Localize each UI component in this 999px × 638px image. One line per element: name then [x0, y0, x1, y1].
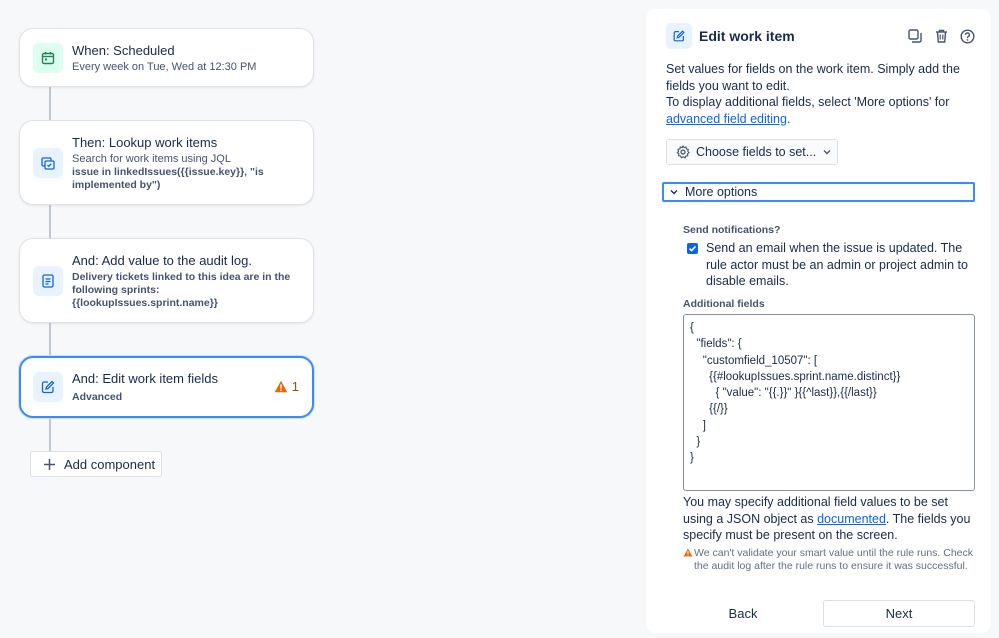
audit-log-title: And: Add value to the audit log. [72, 253, 252, 268]
edit-icon [33, 372, 63, 402]
trigger-title: When: Scheduled [72, 43, 175, 58]
lookup-subtitle: Search for work items using JQL [72, 153, 231, 165]
validation-warning: We can't validate your smart value until… [683, 547, 978, 573]
trigger-subtitle: Every week on Tue, Wed at 12:30 PM [72, 61, 257, 73]
calendar-icon [33, 43, 63, 73]
duplicate-icon[interactable] [907, 26, 923, 46]
more-options-label: More options [685, 185, 758, 199]
choose-fields-label: Choose fields to set... [696, 145, 817, 159]
audit-log-message: Delivery tickets linked to this idea are… [72, 271, 291, 309]
validation-warning-text: We can't validate your smart value until… [694, 547, 974, 572]
checkmark-icon [688, 245, 697, 252]
warning-icon [274, 380, 288, 393]
send-notifications-checkbox[interactable] [687, 243, 698, 254]
edit-fields-card[interactable]: And: Edit work item fields Advanced 1 [19, 356, 314, 418]
warning-badge: 1 [274, 379, 299, 394]
additional-fields-help: You may specify additional field values … [683, 495, 971, 542]
lookup-card[interactable]: Then: Lookup work items Search for work … [19, 120, 314, 205]
send-notifications-text: Send an email when the issue is updated.… [706, 241, 968, 288]
warning-count: 1 [291, 379, 299, 394]
next-button[interactable]: Next [823, 600, 975, 627]
connector-line [49, 204, 51, 239]
rule-canvas: When: Scheduled Every week on Tue, Wed a… [0, 0, 640, 638]
chevron-down-icon [823, 150, 831, 155]
help-icon[interactable] [959, 26, 975, 46]
panel-title: Edit work item [699, 28, 795, 44]
lookup-icon [33, 148, 63, 178]
documented-link[interactable]: documented [817, 512, 886, 526]
panel-intro: Set values for fields on the work item. … [666, 61, 976, 127]
additional-fields-editor[interactable]: { "fields": { "customfield_10507": [ {{#… [683, 314, 975, 491]
back-button[interactable]: Back [670, 600, 816, 627]
intro-text: Set values for fields on the work item. … [666, 62, 960, 93]
plus-icon [44, 458, 55, 470]
chevron-down-icon [670, 190, 678, 195]
choose-fields-button[interactable]: Choose fields to set... [666, 139, 838, 165]
edit-icon [666, 23, 692, 49]
edit-fields-subtitle: Advanced [72, 391, 123, 403]
warning-icon [683, 548, 693, 557]
connector-line [49, 417, 51, 451]
connector-line [49, 322, 51, 357]
edit-work-item-panel: Edit work item Set values for fields on … [646, 9, 991, 633]
trash-icon[interactable] [933, 26, 949, 46]
edit-fields-title: And: Edit work item fields [72, 371, 218, 386]
add-component-button[interactable]: Add component [30, 451, 162, 477]
lookup-title: Then: Lookup work items [72, 135, 218, 150]
send-notifications-label: Send notifications? [683, 224, 781, 236]
trigger-card[interactable]: When: Scheduled Every week on Tue, Wed a… [19, 28, 314, 87]
gear-icon [676, 145, 690, 159]
more-options-toggle[interactable]: More options [662, 182, 975, 202]
add-component-label: Add component [64, 456, 156, 472]
audit-log-card[interactable]: And: Add value to the audit log. Deliver… [19, 238, 314, 323]
intro-more-options-text: To display additional fields, select 'Mo… [666, 95, 950, 126]
panel-header: Edit work item [666, 23, 975, 49]
lookup-query: issue in linkedIssues({{issue.key}}, "is… [72, 166, 264, 191]
additional-fields-label: Additional fields [683, 298, 765, 310]
audit-log-icon [33, 266, 63, 296]
send-notifications-option[interactable]: Send an email when the issue is updated.… [683, 240, 975, 290]
advanced-field-editing-link[interactable]: advanced field editing [666, 112, 787, 126]
connector-line [49, 86, 51, 121]
